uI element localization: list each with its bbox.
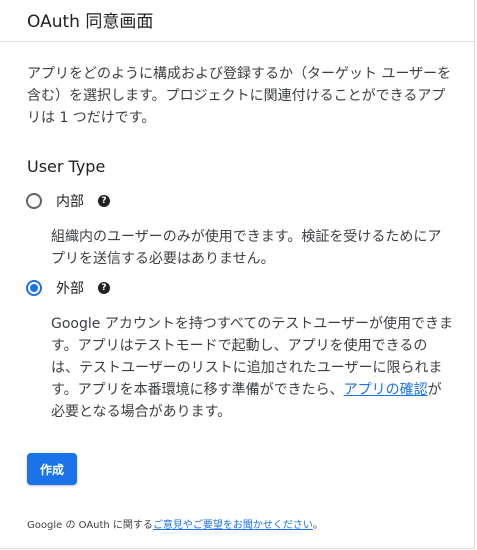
radio-external[interactable]: 外部 ? xyxy=(26,278,110,298)
internal-description: 組織内のユーザーのみが使用できます。検証を受けるためにアプリを送信する必要はあり… xyxy=(51,229,442,267)
footer-prefix: Google の OAuth に関する xyxy=(27,520,153,531)
intro-text: アプリをどのように構成および登録するか（ターゲット ユーザーを含む）を選択します… xyxy=(27,66,452,126)
create-button[interactable]: 作成 xyxy=(27,453,77,485)
footer-suffix: 。 xyxy=(312,520,323,531)
radio-internal-label: 内部 xyxy=(56,194,84,210)
panel-header: OAuth 同意画面 xyxy=(0,0,475,42)
help-circle-icon[interactable]: ? xyxy=(98,282,110,294)
radio-external-label: 外部 xyxy=(56,281,84,297)
feedback-link[interactable]: ご意見やご要望をお聞かせください xyxy=(153,520,313,531)
external-description: Google アカウントを持つすべてのテストユーザーが使用できます。アプリはテス… xyxy=(51,313,455,423)
radio-internal-button[interactable] xyxy=(26,193,42,209)
page-title: OAuth 同意画面 xyxy=(27,12,154,32)
app-verification-link[interactable]: アプリの確認 xyxy=(344,382,428,398)
help-circle-icon[interactable]: ? xyxy=(98,195,110,207)
radio-internal[interactable]: 内部 ? xyxy=(26,191,110,211)
oauth-consent-panel: OAuth 同意画面 アプリをどのように構成および登録するか（ターゲット ユーザ… xyxy=(0,0,475,549)
user-type-heading: User Type xyxy=(27,157,106,176)
feedback-footer: Google の OAuth に関するご意見やご要望をお聞かせください。 xyxy=(27,516,323,531)
radio-external-button[interactable] xyxy=(26,280,42,296)
